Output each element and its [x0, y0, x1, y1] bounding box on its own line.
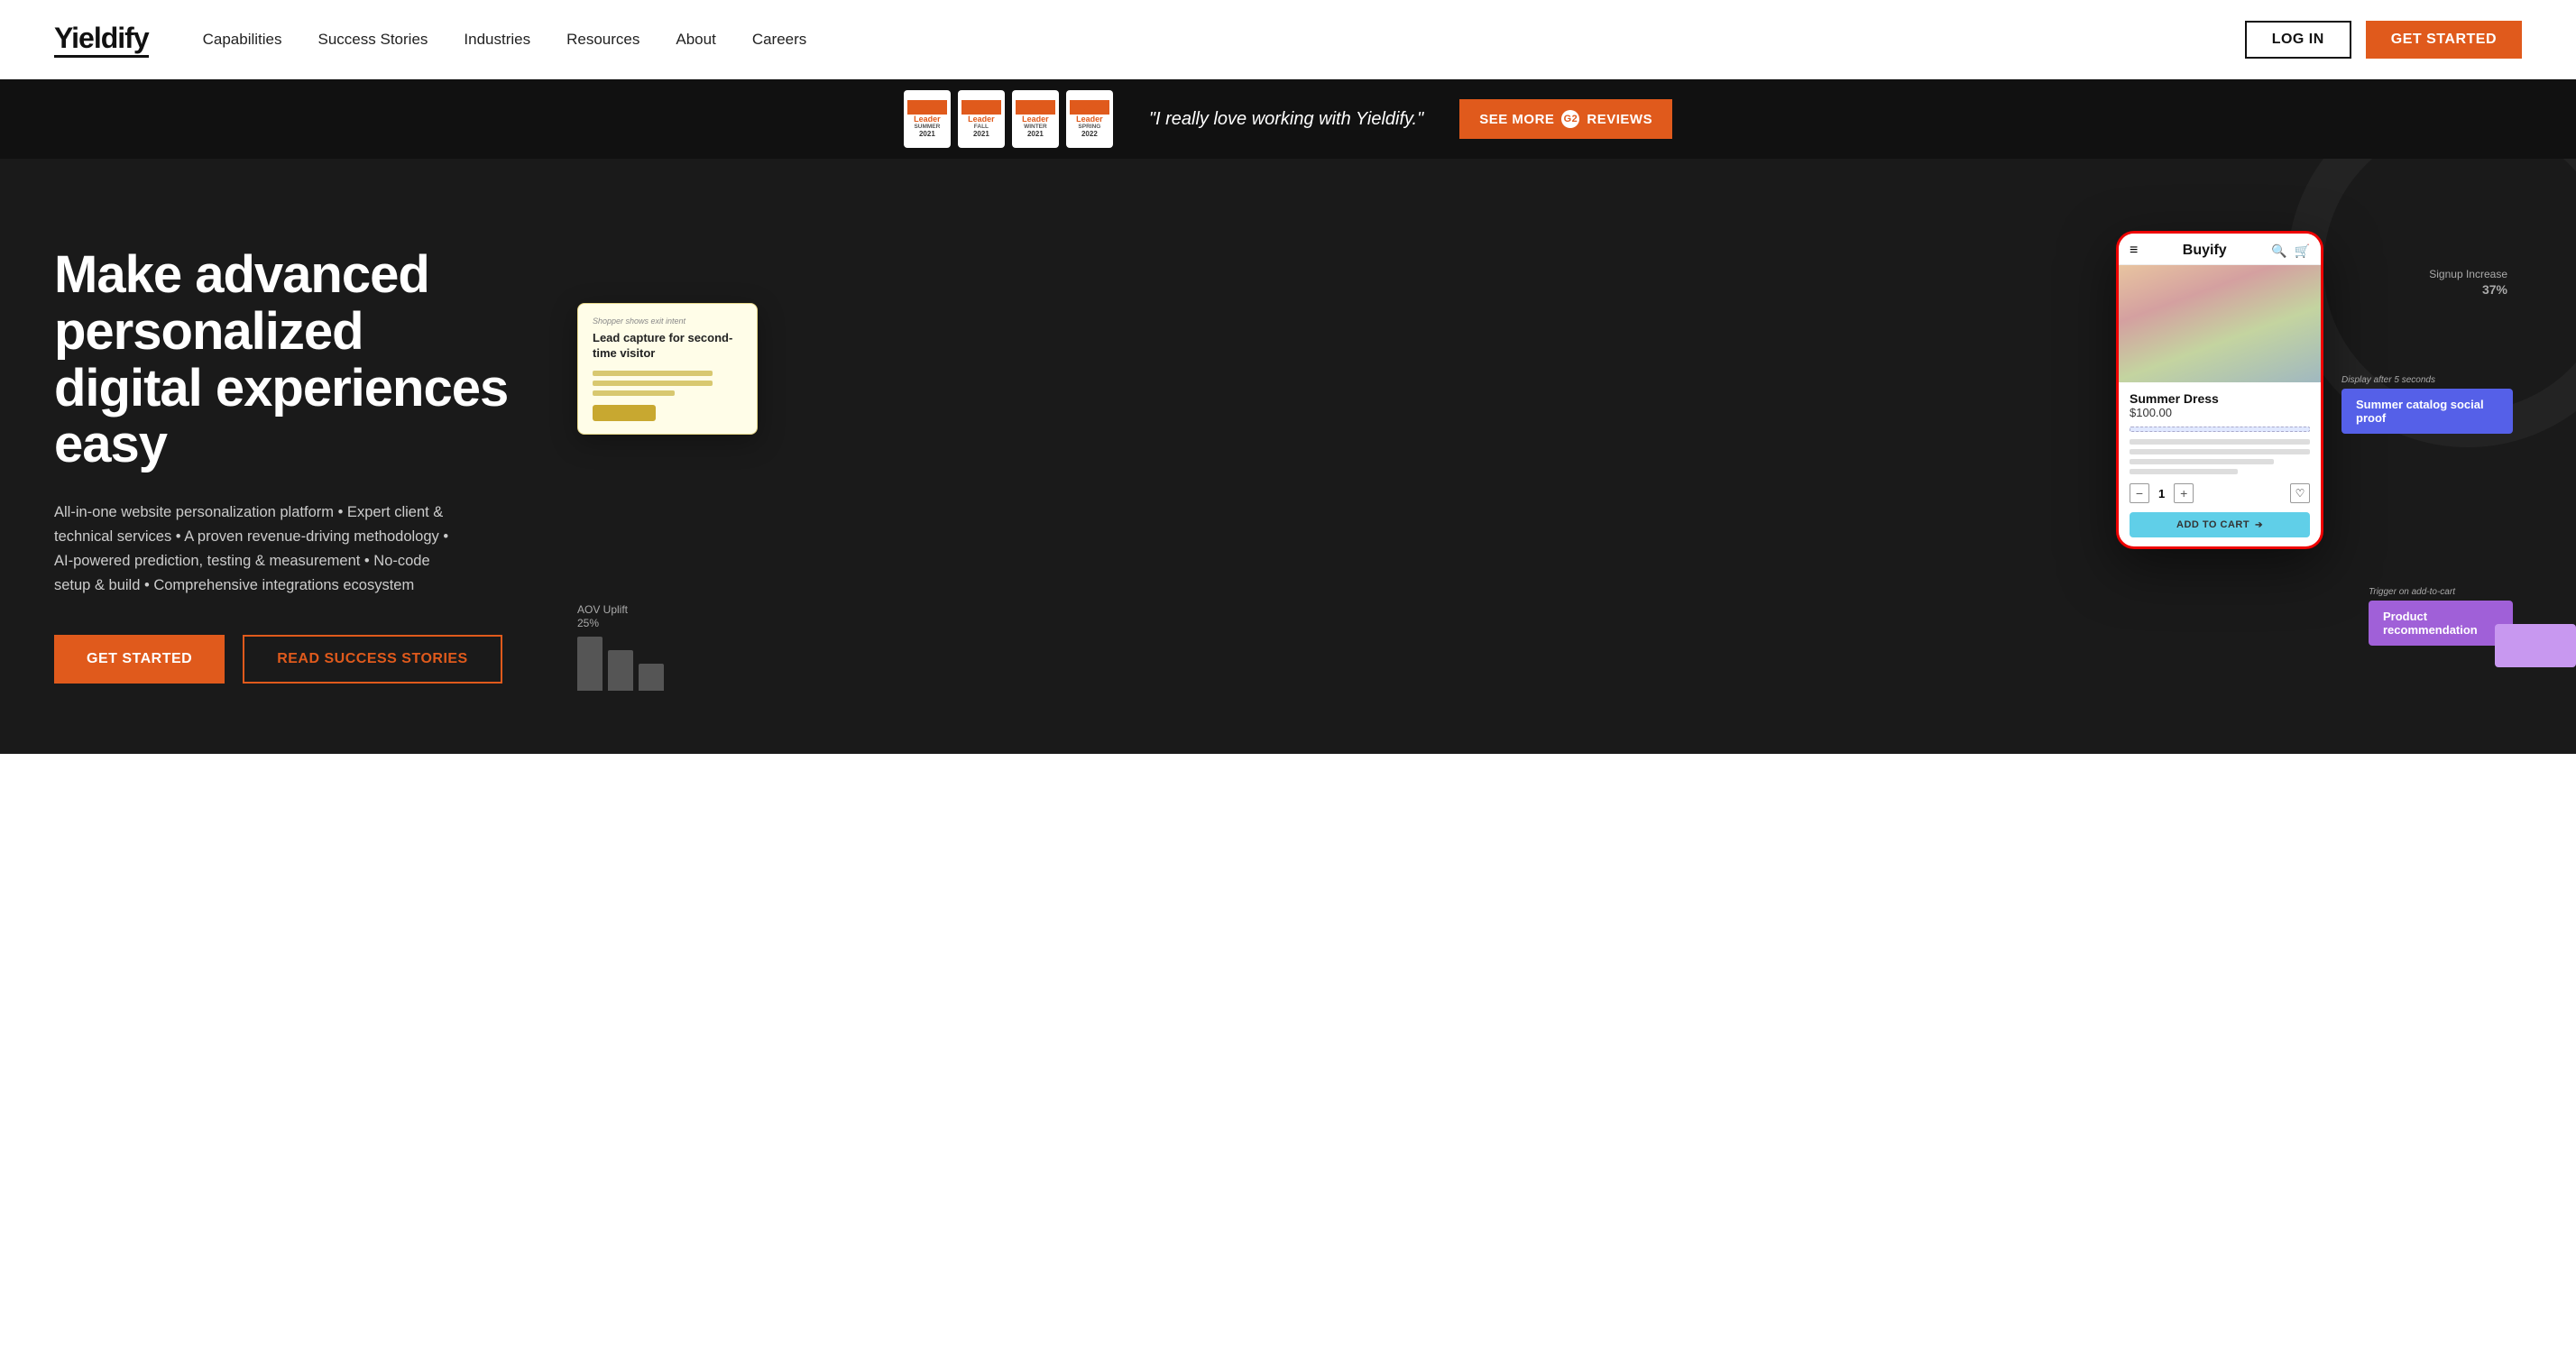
g2-badge-summer-2021: G2 Leader SUMMER 2021	[904, 90, 951, 148]
g2-badge-spring-2022: G2 Leader SPRING 2022	[1066, 90, 1113, 148]
g2-badge-winter-2021: G2 Leader WINTER 2021	[1012, 90, 1059, 148]
hero-buttons: GET STARTED READ SUCCESS STORIES	[54, 635, 523, 684]
aov-bar-3	[639, 664, 664, 691]
product-rec-right-panel	[2495, 624, 2576, 667]
hero-section: Make advanced personalized digital exper…	[0, 159, 2576, 754]
product-recommendation-card: Trigger on add-to-cart Product recommend…	[2369, 587, 2513, 646]
signup-increase-metric: Signup Increase 37%	[2429, 267, 2507, 297]
product-input-bar	[2130, 427, 2310, 432]
nav-about[interactable]: About	[676, 31, 715, 49]
nav-resources[interactable]: Resources	[566, 31, 639, 49]
phone-menu-icon: ≡	[2130, 243, 2138, 259]
main-nav: Capabilities Success Stories Industries …	[203, 31, 2245, 49]
login-button[interactable]: LOG IN	[2245, 21, 2351, 59]
qty-plus-button[interactable]: +	[2174, 483, 2194, 503]
search-icon: 🔍	[2271, 243, 2286, 259]
add-to-cart-button[interactable]: ADD TO CART ➔	[2130, 512, 2310, 537]
hero-text: Make advanced personalized digital exper…	[54, 247, 523, 683]
get-started-header-button[interactable]: GET STARTED	[2366, 21, 2522, 59]
signup-label: Signup Increase	[2429, 267, 2507, 282]
banner-quote: "I really love working with Yieldify."	[1149, 109, 1423, 130]
g2-reviews-icon: G2	[1561, 110, 1579, 128]
aov-bar-1	[577, 637, 603, 691]
nav-capabilities[interactable]: Capabilities	[203, 31, 282, 49]
phone-product-image	[2119, 265, 2321, 382]
product-description-lines	[2130, 439, 2310, 474]
social-proof-card: Display after 5 seconds Summer catalog s…	[2341, 375, 2513, 434]
product-name: Summer Dress	[2130, 391, 2310, 406]
cart-icon: 🛒	[2295, 243, 2310, 259]
review-banner: G2 Leader SUMMER 2021 G2 Leader FALL 202…	[0, 79, 2576, 159]
hero-description: All-in-one website personalization platf…	[54, 500, 469, 599]
lead-line-2	[593, 381, 713, 386]
aov-bar-2	[608, 650, 633, 691]
product-rec-tag: Product recommendation	[2369, 601, 2513, 646]
phone-header: ≡ Buyify 🔍 🛒	[2119, 234, 2321, 265]
phone-brand: Buyify	[2183, 243, 2227, 259]
see-more-reviews-button[interactable]: SEE MORE G2 REVIEWS	[1459, 99, 1672, 139]
get-started-hero-button[interactable]: GET STARTED	[54, 635, 225, 684]
read-success-stories-button[interactable]: READ SUCCESS STORIES	[243, 635, 502, 684]
qty-value: 1	[2158, 487, 2165, 500]
lead-capture-title: Lead capture for second-time visitor	[593, 331, 742, 362]
product-rec-trigger-label: Trigger on add-to-cart	[2369, 587, 2513, 597]
product-price: $100.00	[2130, 406, 2310, 419]
lead-capture-lines	[593, 371, 742, 396]
aov-label: AOV Uplift 25%	[577, 603, 664, 631]
social-proof-tag: Summer catalog social proof	[2341, 389, 2513, 434]
social-proof-display-label: Display after 5 seconds	[2341, 375, 2513, 385]
lead-capture-cta	[593, 405, 656, 421]
header: Yieldify Capabilities Success Stories In…	[0, 0, 2576, 79]
nav-industries[interactable]: Industries	[464, 31, 530, 49]
g2-badge-fall-2021: G2 Leader FALL 2021	[958, 90, 1005, 148]
qty-minus-button[interactable]: −	[2130, 483, 2149, 503]
product-line-4	[2130, 469, 2238, 474]
phone-mockup: ≡ Buyify 🔍 🛒 Summer Dress $100.00	[2116, 231, 2323, 549]
hero-visual: Signup Increase 37% Shopper shows exit i…	[523, 213, 2522, 718]
lead-line-1	[593, 371, 713, 376]
nav-success-stories[interactable]: Success Stories	[318, 31, 428, 49]
header-actions: LOG IN GET STARTED	[2245, 21, 2522, 59]
aov-uplift-metric: AOV Uplift 25%	[577, 603, 664, 691]
lead-capture-card: Shopper shows exit intent Lead capture f…	[577, 303, 758, 435]
product-line-1	[2130, 439, 2310, 445]
quantity-selector: − 1 + ♡	[2130, 483, 2310, 503]
product-line-3	[2130, 459, 2274, 464]
cart-arrow-icon: ➔	[2255, 520, 2263, 530]
phone-product-info: Summer Dress $100.00 − 1 + ♡ ADD TO CART	[2119, 382, 2321, 546]
product-line-2	[2130, 449, 2310, 454]
lead-line-3	[593, 390, 675, 396]
lead-capture-trigger-label: Shopper shows exit intent	[593, 317, 742, 326]
wishlist-button[interactable]: ♡	[2290, 483, 2310, 503]
phone-icons: 🔍 🛒	[2271, 243, 2310, 259]
signup-pct: 37%	[2429, 282, 2507, 297]
nav-careers[interactable]: Careers	[752, 31, 806, 49]
hero-headline: Make advanced personalized digital exper…	[54, 247, 523, 473]
logo[interactable]: Yieldify	[54, 22, 149, 58]
g2-badges: G2 Leader SUMMER 2021 G2 Leader FALL 202…	[904, 90, 1113, 148]
product-image-background	[2119, 265, 2321, 382]
aov-bar-chart	[577, 637, 664, 691]
